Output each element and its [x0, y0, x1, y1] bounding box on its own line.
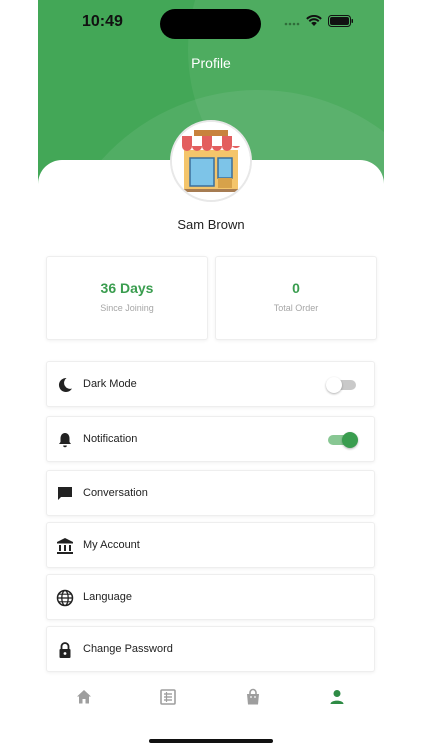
- menu-item-label: Dark Mode: [83, 378, 137, 390]
- menu-item-label: My Account: [83, 539, 140, 551]
- lock-icon: [56, 641, 74, 659]
- app-screen: 10:49 Profile Sam Brown 36 Days Since Jo…: [38, 0, 384, 750]
- menu-item-label: Change Password: [83, 643, 173, 655]
- home-icon: [77, 690, 91, 704]
- stat-value: 36 Days: [100, 280, 154, 296]
- nav-home[interactable]: [75, 688, 95, 708]
- home-indicator: [149, 739, 273, 743]
- nav-bag[interactable]: [244, 688, 264, 708]
- stat-label: Since Joining: [100, 303, 154, 313]
- person-icon: [330, 690, 344, 704]
- menu-item-my-account[interactable]: My Account: [46, 522, 375, 568]
- toggle-thumb: [326, 377, 342, 393]
- stat-since-joining: 36 Days Since Joining: [46, 256, 208, 340]
- toggle-thumb: [342, 432, 358, 448]
- profile-name: Sam Brown: [177, 217, 245, 232]
- bag-icon: [247, 688, 259, 705]
- dark-mode-toggle[interactable]: [326, 377, 356, 393]
- menu-item-label: Language: [83, 591, 132, 603]
- status-time: 10:49: [82, 13, 123, 30]
- battery-icon: [328, 14, 354, 32]
- wifi-icon: [306, 14, 322, 32]
- status-icons: [284, 14, 354, 32]
- bell-icon: [56, 431, 74, 449]
- menu-item-label: Notification: [83, 433, 138, 445]
- menu-item-change-password[interactable]: Change Password: [46, 626, 375, 672]
- notification-toggle[interactable]: [328, 432, 358, 448]
- stat-total-order: 0 Total Order: [215, 256, 377, 340]
- moon-icon: [56, 376, 74, 394]
- stat-value: 0: [292, 280, 300, 296]
- store-icon: [172, 122, 250, 200]
- menu-item-label: Conversation: [83, 487, 148, 499]
- orders-icon: [160, 689, 176, 705]
- menu-item-language[interactable]: Language: [46, 574, 375, 620]
- menu-item-notification[interactable]: Notification: [46, 416, 375, 462]
- globe-icon: [56, 589, 74, 607]
- page-title: Profile: [191, 55, 231, 71]
- chat-icon: [56, 485, 74, 503]
- nav-orders[interactable]: [159, 688, 179, 708]
- menu-item-conversation[interactable]: Conversation: [46, 470, 375, 516]
- page: 10:49 Profile Sam Brown 36 Days Since Jo…: [0, 0, 422, 750]
- stat-label: Total Order: [273, 303, 319, 313]
- dynamic-island: [160, 9, 261, 39]
- menu-item-dark-mode[interactable]: Dark Mode: [46, 361, 375, 407]
- signal-icon: [284, 14, 300, 32]
- bank-icon: [56, 537, 74, 555]
- store-avatar[interactable]: [170, 120, 252, 202]
- bottom-nav: [38, 680, 384, 720]
- nav-profile[interactable]: [328, 688, 348, 708]
